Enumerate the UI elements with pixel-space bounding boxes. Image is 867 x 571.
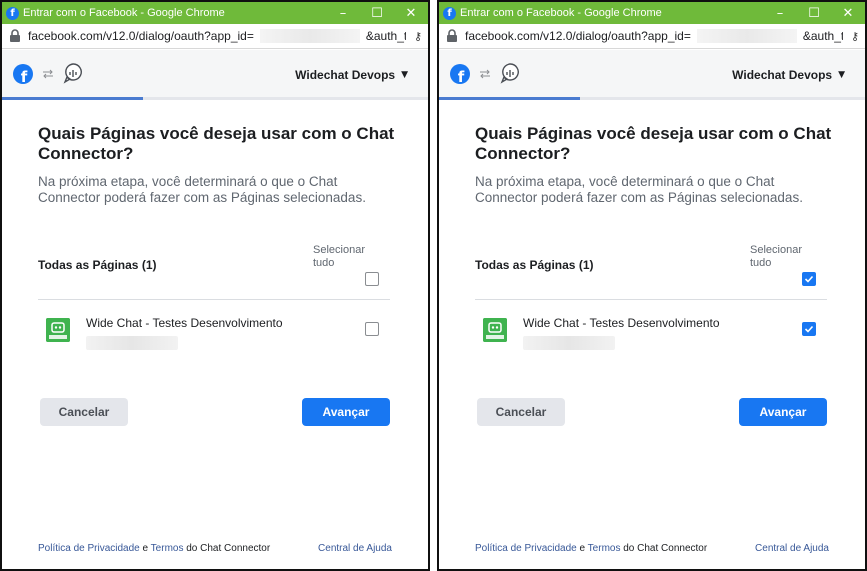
redacted-app-id	[259, 29, 360, 43]
select-all-label: Selecionar tudo	[750, 244, 802, 269]
all-pages-label: Todas as Páginas (1)	[475, 258, 594, 272]
chat-connector-icon	[500, 63, 519, 84]
chat-connector-icon	[63, 63, 82, 84]
url-text-suffix: &auth_type&cb...	[365, 29, 406, 43]
divider	[475, 299, 827, 300]
page-name: Wide Chat - Testes Desenvolvimento	[523, 316, 720, 330]
page-avatar-icon	[483, 318, 507, 342]
facebook-logo-icon: f	[450, 64, 470, 84]
account-switcher[interactable]: Widechat Devops ▼	[295, 68, 408, 82]
help-center-link[interactable]: Central de Ajuda	[318, 543, 392, 554]
account-switcher[interactable]: Widechat Devops ▼	[732, 68, 845, 82]
progress-bar	[439, 97, 580, 100]
all-pages-label: Todas as Páginas (1)	[38, 258, 157, 272]
dialog-heading: Quais Páginas você deseja usar com o Cha…	[38, 124, 395, 163]
account-name: Widechat Devops	[295, 68, 396, 82]
progress-bar	[2, 97, 143, 100]
redacted-page-info	[86, 336, 178, 350]
swap-icon	[480, 69, 490, 79]
dialog-header: f Widechat Devops ▼	[2, 50, 428, 100]
redacted-app-id	[696, 29, 797, 43]
address-bar[interactable]: facebook.com/v12.0/dialog/oauth?app_id= …	[439, 24, 865, 49]
terms-link[interactable]: Termos	[151, 543, 184, 554]
title-bar: f Entrar com o Facebook - Google Chrome …	[2, 2, 428, 24]
checkmark-icon	[804, 325, 814, 333]
footer-legal: Política de Privacidade e Termos do Chat…	[38, 543, 270, 554]
page-name: Wide Chat - Testes Desenvolvimento	[86, 316, 283, 330]
dialog-header: f Widechat Devops ▼	[439, 50, 865, 100]
close-button[interactable]: ✕	[394, 2, 428, 24]
page-avatar-icon	[46, 318, 70, 342]
browser-window-left: f Entrar com o Facebook - Google Chrome …	[0, 0, 430, 571]
lock-icon	[447, 29, 457, 42]
caret-down-icon: ▼	[401, 70, 408, 80]
key-icon[interactable]: ⚷	[406, 30, 422, 43]
next-button[interactable]: Avançar	[739, 398, 827, 426]
divider	[38, 299, 390, 300]
footer: Política de Privacidade e Termos do Chat…	[475, 543, 829, 554]
window-title: Entrar com o Facebook - Google Chrome	[460, 7, 662, 19]
minimize-button[interactable]: –	[326, 2, 360, 24]
close-button[interactable]: ✕	[831, 2, 865, 24]
lock-icon	[10, 29, 20, 42]
footer-and: e	[576, 543, 588, 554]
url-text: facebook.com/v12.0/dialog/oauth?app_id=	[465, 29, 691, 43]
window-title: Entrar com o Facebook - Google Chrome	[23, 7, 225, 19]
privacy-policy-link[interactable]: Política de Privacidade	[475, 543, 577, 554]
checkmark-icon	[804, 275, 814, 283]
redacted-page-info	[523, 336, 615, 350]
cancel-button[interactable]: Cancelar	[477, 398, 565, 426]
facebook-icon: f	[443, 6, 456, 20]
page-checkbox[interactable]	[802, 322, 816, 336]
account-name: Widechat Devops	[732, 68, 833, 82]
next-button[interactable]: Avançar	[302, 398, 390, 426]
url-text-suffix: &auth_type&cb...	[802, 29, 843, 43]
footer-and: e	[139, 543, 151, 554]
cancel-button[interactable]: Cancelar	[40, 398, 128, 426]
dialog-heading: Quais Páginas você deseja usar com o Cha…	[475, 124, 832, 163]
facebook-icon: f	[6, 6, 19, 20]
footer: Política de Privacidade e Termos do Chat…	[38, 543, 392, 554]
browser-window-right: f Entrar com o Facebook - Google Chrome …	[437, 0, 867, 571]
maximize-button[interactable]: ☐	[797, 2, 831, 24]
swap-icon	[43, 69, 53, 79]
footer-legal: Política de Privacidade e Termos do Chat…	[475, 543, 707, 554]
footer-suffix: do Chat Connector	[620, 543, 708, 554]
select-all-checkbox[interactable]	[802, 272, 816, 286]
address-bar[interactable]: facebook.com/v12.0/dialog/oauth?app_id= …	[2, 24, 428, 49]
url-text: facebook.com/v12.0/dialog/oauth?app_id=	[28, 29, 254, 43]
footer-suffix: do Chat Connector	[183, 543, 271, 554]
select-all-checkbox[interactable]	[365, 272, 379, 286]
help-center-link[interactable]: Central de Ajuda	[755, 543, 829, 554]
facebook-logo-icon: f	[13, 64, 33, 84]
select-all-label: Selecionar tudo	[313, 244, 365, 269]
dialog-description: Na próxima etapa, você determinará o que…	[38, 174, 366, 205]
page-checkbox[interactable]	[365, 322, 379, 336]
maximize-button[interactable]: ☐	[360, 2, 394, 24]
key-icon[interactable]: ⚷	[843, 30, 859, 43]
caret-down-icon: ▼	[838, 70, 845, 80]
title-bar: f Entrar com o Facebook - Google Chrome …	[439, 2, 865, 24]
terms-link[interactable]: Termos	[588, 543, 621, 554]
privacy-policy-link[interactable]: Política de Privacidade	[38, 543, 140, 554]
dialog-description: Na próxima etapa, você determinará o que…	[475, 174, 803, 205]
minimize-button[interactable]: –	[763, 2, 797, 24]
